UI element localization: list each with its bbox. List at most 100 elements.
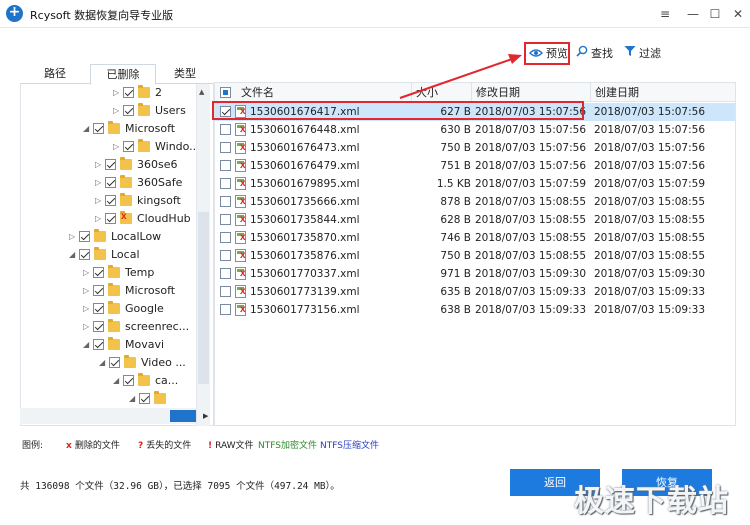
tree-item[interactable]: ▷ CloudHub <box>21 208 213 228</box>
expand-arrow-icon[interactable]: ▷ <box>83 318 91 336</box>
row-checkbox[interactable] <box>220 160 231 171</box>
tab-type[interactable]: 类型 <box>156 64 214 84</box>
table-row[interactable]: 1530601676473.xml 750 B 2018/07/03 15:07:5… <box>215 139 735 157</box>
row-checkbox[interactable] <box>220 232 231 243</box>
tree-item[interactable]: ▷ Google <box>21 300 213 318</box>
maximize-button[interactable]: ☐ <box>704 4 726 24</box>
tree-item-checkbox[interactable] <box>93 123 104 134</box>
expand-arrow-icon[interactable]: ▷ <box>113 102 121 120</box>
table-row[interactable]: 1530601676479.xml 751 B 2018/07/03 15:07:5… <box>215 157 735 175</box>
tree-item-checkbox[interactable] <box>105 159 116 170</box>
expand-arrow-icon[interactable]: ▷ <box>95 174 103 192</box>
expand-arrow-icon[interactable]: ▷ <box>83 264 91 282</box>
row-checkbox[interactable] <box>220 268 231 279</box>
tab-deleted[interactable]: 已删除 <box>90 64 156 85</box>
expand-arrow-icon[interactable]: ▷ <box>95 192 103 210</box>
tree-item[interactable]: ◢ Video ... <box>21 354 213 372</box>
tree-item[interactable]: ▷ screenrec... <box>21 318 213 336</box>
row-checkbox[interactable] <box>220 124 231 135</box>
tab-path[interactable]: 路径 <box>20 64 90 84</box>
tree-item[interactable]: ▷ Microsoft <box>21 282 213 300</box>
collapse-arrow-icon[interactable]: ◢ <box>113 372 121 390</box>
column-name-header[interactable]: 文件名 <box>237 83 412 102</box>
expand-arrow-icon[interactable]: ▷ <box>69 228 77 246</box>
row-checkbox[interactable] <box>220 142 231 153</box>
status-text: 共 136098 个文件（32.96 GB），已选择 7095 个文件（497.… <box>20 481 340 492</box>
tree-item-checkbox[interactable] <box>123 87 134 98</box>
expand-arrow-icon[interactable]: ▷ <box>83 282 91 300</box>
row-checkbox[interactable] <box>220 250 231 261</box>
filter-button[interactable]: 过滤 <box>624 44 661 64</box>
tree-item-checkbox[interactable] <box>93 303 104 314</box>
collapse-arrow-icon[interactable]: ◢ <box>99 354 107 372</box>
tree-item-checkbox[interactable] <box>79 231 90 242</box>
close-button[interactable]: ✕ <box>727 4 749 24</box>
table-row[interactable]: 1530601735666.xml 878 B 2018/07/03 15:08:5… <box>215 193 735 211</box>
collapse-arrow-icon[interactable]: ◢ <box>129 390 137 408</box>
table-row[interactable]: 1530601735876.xml 750 B 2018/07/03 15:08:5… <box>215 247 735 265</box>
menu-icon[interactable]: ≡ <box>654 4 676 24</box>
tree-hscroll-thumb[interactable] <box>170 410 196 422</box>
tree-item[interactable]: ▷ 360Safe <box>21 174 213 192</box>
tree-item-checkbox[interactable] <box>105 195 116 206</box>
tree-item-checkbox[interactable] <box>93 285 104 296</box>
expand-arrow-icon[interactable]: ▷ <box>113 138 121 156</box>
collapse-arrow-icon[interactable]: ◢ <box>69 246 77 264</box>
row-checkbox[interactable] <box>220 178 231 189</box>
search-button[interactable]: 查找 <box>576 44 613 64</box>
expand-arrow-icon[interactable]: ▷ <box>95 210 103 228</box>
tree-item[interactable]: ◢ ca... <box>21 372 213 390</box>
row-checkbox[interactable] <box>220 196 231 207</box>
tree-item[interactable]: ▷ kingsoft <box>21 192 213 210</box>
tree-item[interactable]: ◢ Movavi <box>21 336 213 354</box>
tree-item-checkbox[interactable] <box>93 321 104 332</box>
table-row[interactable]: 1530601735870.xml 746 B 2018/07/03 15:08:5… <box>215 229 735 247</box>
collapse-arrow-icon[interactable]: ◢ <box>83 120 91 138</box>
tree-item[interactable]: ▷ 360se6 <box>21 156 213 174</box>
column-size-header[interactable]: 大小 <box>412 83 472 102</box>
table-row[interactable]: 1530601679895.xml 1.5 KB 2018/07/03 15:07:… <box>215 175 735 193</box>
row-checkbox[interactable] <box>220 286 231 297</box>
tree-horizontal-scrollbar[interactable] <box>20 408 196 424</box>
expand-arrow-icon[interactable]: ▷ <box>83 300 91 318</box>
tree-item[interactable]: ▷ Windo... <box>21 138 213 156</box>
table-row[interactable]: 1530601735844.xml 628 B 2018/07/03 15:08:5… <box>215 211 735 229</box>
expand-arrow-icon[interactable]: ▷ <box>95 156 103 174</box>
tree-item-checkbox[interactable] <box>79 249 90 260</box>
column-modified-header[interactable]: 修改日期 <box>472 83 591 102</box>
tree-item[interactable]: ◢ <box>21 390 213 408</box>
tree-item[interactable]: ◢ Local <box>21 246 213 264</box>
tree-scroll-thumb[interactable] <box>198 212 209 384</box>
table-row[interactable]: 1530601676448.xml 630 B 2018/07/03 15:07:5… <box>215 121 735 139</box>
tree-item[interactable]: ▷ 2 <box>21 84 213 102</box>
tree-item[interactable]: ▷ Users <box>21 102 213 120</box>
row-checkbox[interactable] <box>220 214 231 225</box>
tree-item-checkbox[interactable] <box>93 267 104 278</box>
tree-item-checkbox[interactable] <box>109 357 120 368</box>
tree-item-checkbox[interactable] <box>105 213 116 224</box>
select-all-checkbox[interactable] <box>220 87 231 98</box>
table-row[interactable]: 1530601773139.xml 635 B 2018/07/03 15:09:3… <box>215 283 735 301</box>
tree-item[interactable]: ▷ Temp <box>21 264 213 282</box>
row-checkbox[interactable] <box>220 304 231 315</box>
tree-item-checkbox[interactable] <box>93 339 104 350</box>
tree-vertical-scrollbar[interactable]: ▲ <box>196 84 210 426</box>
tree-item-checkbox[interactable] <box>123 105 134 116</box>
folder-icon <box>138 85 150 98</box>
tree-item[interactable]: ▷ LocalLow <box>21 228 213 246</box>
table-row[interactable]: 1530601773156.xml 638 B 2018/07/03 15:09:3… <box>215 301 735 319</box>
column-created-header[interactable]: 创建日期 <box>591 83 735 102</box>
tree-item[interactable]: ◢ Microsoft <box>21 120 213 138</box>
preview-button[interactable]: 预览 <box>524 42 570 65</box>
collapse-arrow-icon[interactable]: ◢ <box>83 336 91 354</box>
tree-item-checkbox[interactable] <box>123 375 134 386</box>
folder-icon <box>108 301 120 314</box>
scroll-up-icon[interactable]: ▲ <box>199 88 204 96</box>
expand-arrow-icon[interactable]: ▷ <box>113 84 121 102</box>
minimize-button[interactable]: — <box>682 4 704 24</box>
scroll-right-icon[interactable]: ▶ <box>203 412 208 420</box>
table-row[interactable]: 1530601770337.xml 971 B 2018/07/03 15:09:3… <box>215 265 735 283</box>
tree-item-checkbox[interactable] <box>123 141 134 152</box>
tree-item-checkbox[interactable] <box>105 177 116 188</box>
tree-item-checkbox[interactable] <box>139 393 150 404</box>
